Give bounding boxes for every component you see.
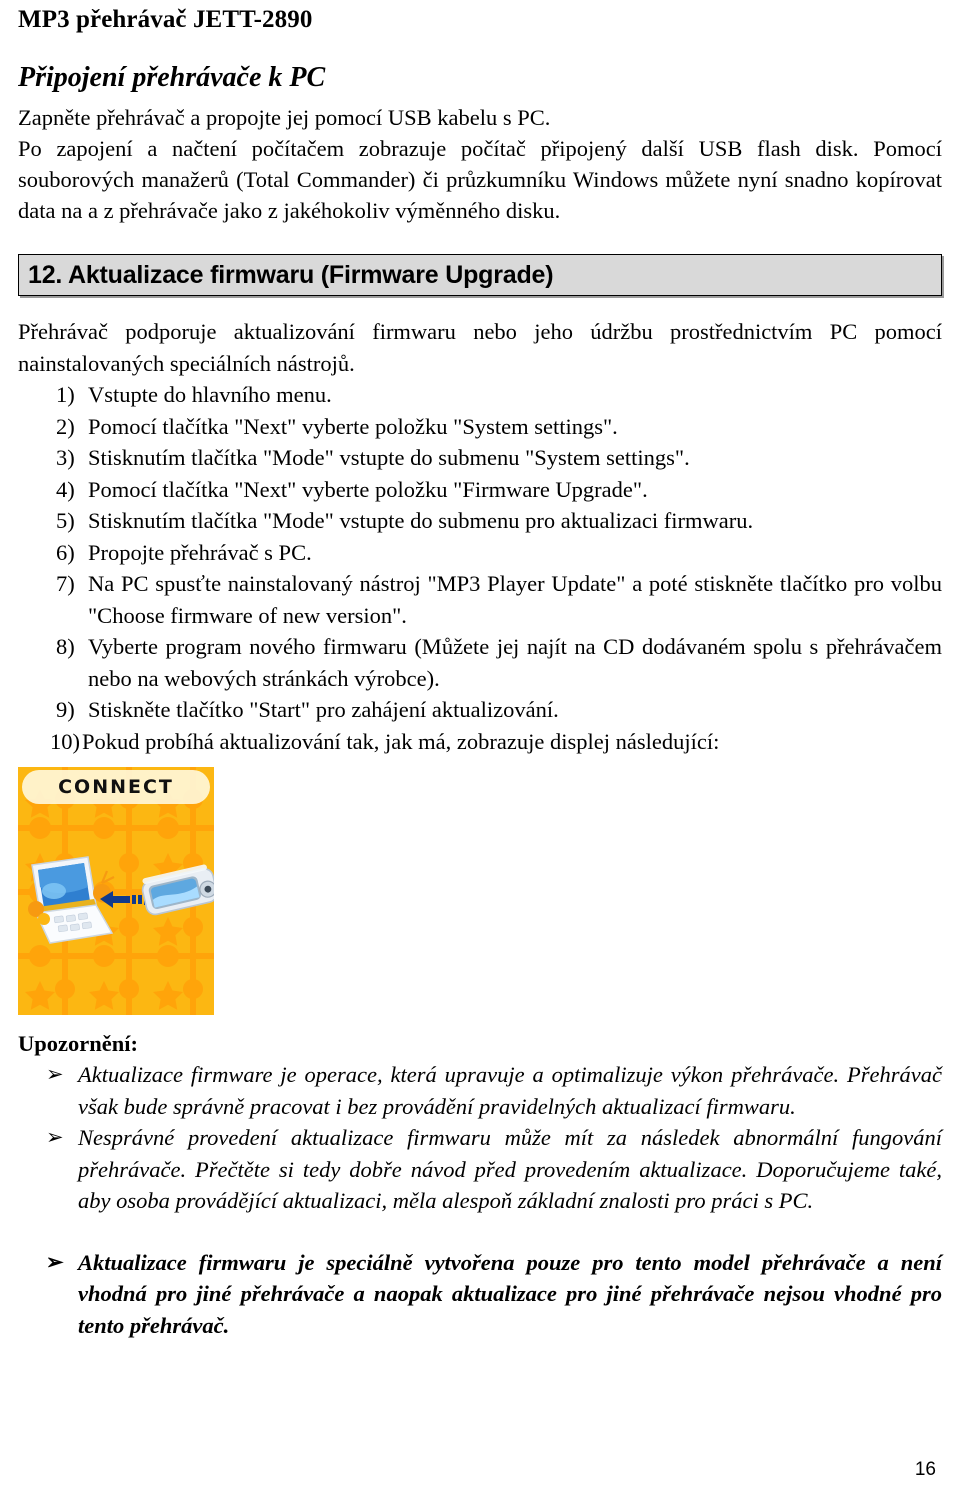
page-number: 16 (914, 1459, 936, 1480)
list-item-text: Stiskněte tlačítko "Start" pro zahájení … (88, 697, 559, 723)
notice-text: Nesprávné provedení aktualizace firmwaru… (78, 1125, 942, 1214)
document-page: MP3 přehrávač JETT-2890 Připojení přehrá… (0, 0, 960, 1499)
list-item: 2) Pomocí tlačítka "Next" vyberte položk… (18, 411, 942, 443)
list-item: 1) Vstupte do hlavního menu. (18, 379, 942, 411)
list-item: 9) Stiskněte tlačítko "Start" pro zaháje… (18, 694, 942, 726)
arrowhead-bullet-icon: ➢ (46, 1062, 64, 1087)
running-header: MP3 přehrávač JETT-2890 (18, 6, 313, 33)
screen-title-text: CONNECT (58, 776, 174, 799)
connect-paragraph-2: Po zapojení a načtení počítačem zobrazuj… (18, 136, 942, 224)
connect-paragraph-1: Zapněte přehrávač a propojte jej pomocí … (18, 105, 551, 131)
list-item-marker: 3) (56, 445, 75, 471)
section-heading-connect: Připojení přehrávače k PC (18, 62, 326, 93)
list-item: 3) Stisknutím tlačítka "Mode" vstupte do… (18, 442, 942, 474)
list-item-text: Na PC spusťte nainstalovaný nástroj "MP3… (88, 571, 942, 628)
list-item-text: Vstupte do hlavního menu. (88, 382, 332, 408)
list-item: ➢ Aktualizace firmware je operace, která… (18, 1059, 942, 1122)
arrowhead-bullet-icon: ➢ (46, 1125, 64, 1150)
mp3-player-icon (141, 864, 214, 916)
notices-list: ➢ Aktualizace firmware je operace, která… (18, 1059, 942, 1341)
notice-text: Aktualizace firmwaru je speciálně vytvoř… (78, 1249, 942, 1338)
list-item-marker: 8) (56, 634, 75, 660)
list-item: 6) Propojte přehrávač s PC. (18, 537, 942, 569)
list-item-text: Stisknutím tlačítka "Mode" vstupte do su… (88, 445, 690, 471)
notices-label: Upozornění: (18, 1031, 138, 1057)
connect-illustration (28, 856, 214, 945)
list-item-marker: 9) (56, 697, 75, 723)
list-item: 4) Pomocí tlačítka "Next" vyberte položk… (18, 474, 942, 506)
list-item-marker: 6) (56, 539, 75, 565)
list-item-text: Stisknutím tlačítka "Mode" vstupte do su… (88, 508, 754, 534)
screen-title-pill: CONNECT (22, 770, 210, 805)
list-item-marker: 7) (56, 571, 75, 597)
list-item-marker: 1) (56, 382, 75, 408)
list-item-marker: 5) (56, 508, 75, 534)
list-item-text: Pokud probíhá aktualizování tak, jak má,… (82, 728, 720, 754)
list-item-text: Pomocí tlačítka "Next" vyberte položku "… (88, 413, 618, 439)
page-content: Připojení přehrávače k PC Zapněte přehrá… (18, 62, 942, 1341)
notice-text: Aktualizace firmware je operace, která u… (78, 1062, 942, 1119)
device-screenshot-figure: CONNECT (18, 767, 942, 1016)
list-item-text: Pomocí tlačítka "Next" vyberte položku "… (88, 476, 648, 502)
arrowhead-bullet-icon: ➢ (46, 1249, 64, 1274)
list-item: ➢ Aktualizace firmwaru je speciálně vytv… (18, 1247, 942, 1342)
section-banner-label: 12. Aktualizace firmwaru (Firmware Upgra… (28, 260, 554, 289)
list-item-text: Vyberte program nového firmwaru (Můžete … (88, 634, 942, 691)
list-item: 7) Na PC spusťte nainstalovaný nástroj "… (18, 568, 942, 631)
firmware-steps-list: 1) Vstupte do hlavního menu. 2) Pomocí t… (18, 379, 942, 757)
list-item-text: Propojte přehrávač s PC. (88, 539, 312, 565)
device-screen: CONNECT (18, 767, 214, 1016)
section-banner-firmware: 12. Aktualizace firmwaru (Firmware Upgra… (18, 254, 942, 297)
list-item: ➢ Nesprávné provedení aktualizace firmwa… (18, 1122, 942, 1217)
list-item-marker: 10) (50, 728, 80, 754)
list-item: 8) Vyberte program nového firmwaru (Může… (18, 631, 942, 694)
list-item-marker: 2) (56, 413, 75, 439)
list-item: 5) Stisknutím tlačítka "Mode" vstupte do… (18, 505, 942, 537)
firmware-intro-paragraph: Přehrávač podporuje aktualizování firmwa… (18, 319, 942, 376)
list-item: 10) Pokud probíhá aktualizování tak, jak… (18, 726, 942, 758)
list-item-marker: 4) (56, 476, 75, 502)
